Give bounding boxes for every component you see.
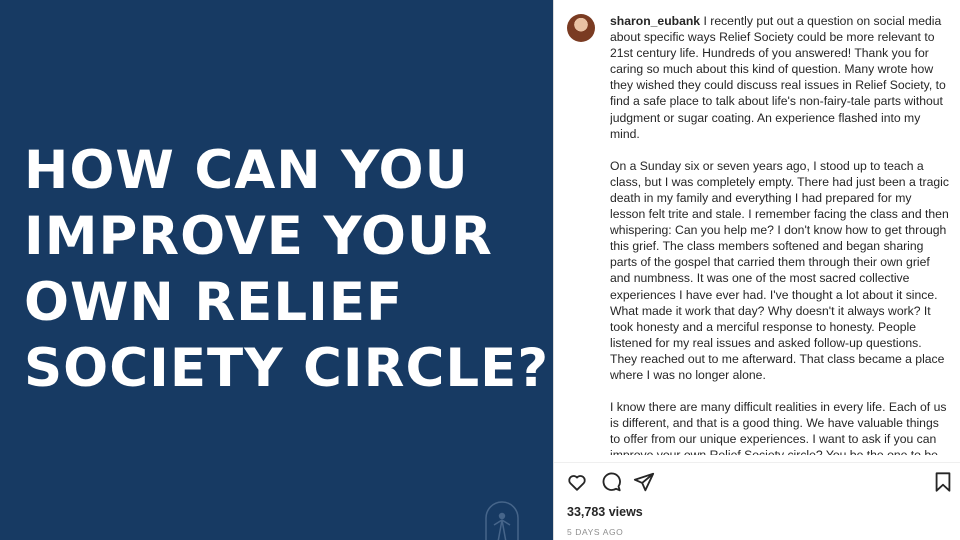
- caption-paragraph-3: I know there are many difficult realitie…: [610, 400, 947, 455]
- heart-icon[interactable]: [566, 471, 588, 493]
- bookmark-icon[interactable]: [932, 471, 954, 493]
- post-image: HOW CAN YOU IMPROVE YOUR OWN RELIEF SOCI…: [0, 0, 553, 540]
- action-bar: [566, 471, 954, 493]
- share-icon[interactable]: [633, 471, 655, 493]
- post-caption: sharon_eubank I recently put out a quest…: [610, 13, 950, 455]
- panel-divider: [553, 0, 554, 540]
- christus-logo: [485, 501, 519, 540]
- post-headline: HOW CAN YOU IMPROVE YOUR OWN RELIEF SOCI…: [24, 140, 550, 399]
- username-link[interactable]: sharon_eubank: [610, 14, 700, 28]
- views-count[interactable]: 33,783 views: [567, 505, 643, 519]
- caption-text-1: I recently put out a question on social …: [610, 14, 946, 141]
- post-timestamp[interactable]: 5 DAYS AGO: [567, 527, 623, 537]
- caption-paragraph-1: sharon_eubank I recently put out a quest…: [610, 13, 950, 142]
- avatar[interactable]: [567, 14, 595, 42]
- comment-icon[interactable]: [600, 471, 622, 493]
- actions-divider: [554, 462, 960, 463]
- caption-paragraph-2: On a Sunday six or seven years ago, I st…: [610, 158, 949, 382]
